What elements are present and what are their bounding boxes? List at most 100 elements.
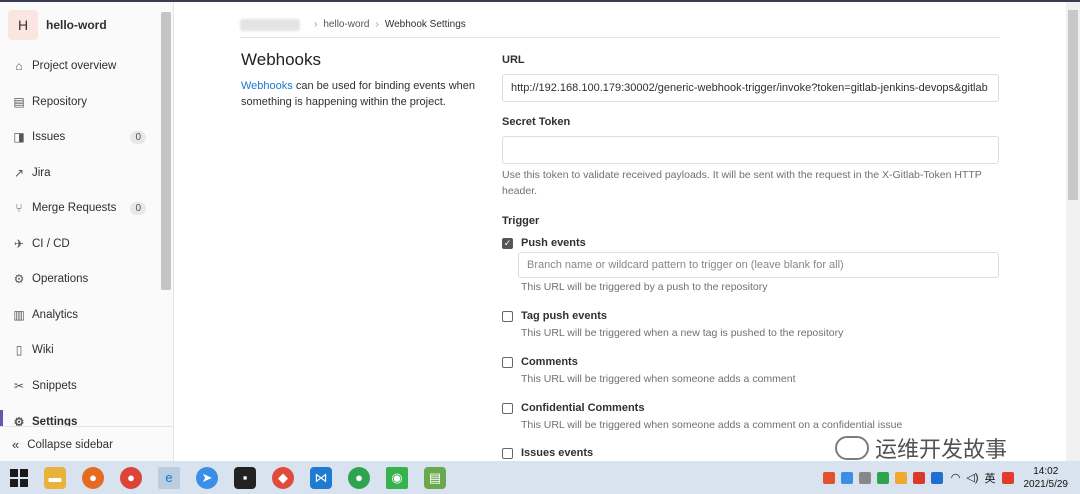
wechat-taskbar-icon[interactable]: ◉ xyxy=(386,466,408,489)
sidebar-item-merge-requests[interactable]: ⑂ Merge Requests 0 xyxy=(0,192,160,224)
tag-push-events-option[interactable]: Tag push events xyxy=(502,310,607,322)
taskbar: ▬ ● ● e ➤ ▪ ◆ ⋈ ● ◉ ▤ ◠ ◁) 英 14:02 2021/… xyxy=(0,461,1080,494)
chrome-icon[interactable]: ● xyxy=(120,466,142,489)
breadcrumb-current[interactable]: Webhook Settings xyxy=(385,19,466,30)
feishu-icon[interactable]: ➤ xyxy=(196,466,218,489)
tray-app-icon[interactable] xyxy=(840,471,853,484)
external-link-icon: ↗ xyxy=(13,166,25,180)
swift-icon[interactable]: ◆ xyxy=(272,466,294,489)
issues-events-label[interactable]: Issues events xyxy=(521,447,593,459)
chart-icon: ▥ xyxy=(13,308,25,322)
issues-events-checkbox[interactable] xyxy=(502,447,513,459)
edge-icon[interactable]: e xyxy=(158,466,180,489)
watermark-text: 运维开发故事 xyxy=(875,437,1008,462)
sidebar-item-operations[interactable]: ⚙ Operations xyxy=(0,263,160,295)
tray-app-icon[interactable] xyxy=(912,471,925,484)
firefox-icon[interactable]: ● xyxy=(82,466,104,489)
issues-events-option[interactable]: Issues events xyxy=(502,447,593,459)
trigger-label: Trigger xyxy=(502,215,540,227)
tray-app-icon[interactable] xyxy=(1001,471,1014,484)
webhooks-help-link[interactable]: Webhooks xyxy=(241,80,293,92)
tray-app-icon[interactable] xyxy=(930,471,943,484)
app-green-icon[interactable]: ● xyxy=(348,466,370,489)
collapse-sidebar-button[interactable]: « Collapse sidebar xyxy=(0,426,173,461)
secret-token-help: Use this token to validate received payl… xyxy=(502,169,982,197)
clock-date: 2021/5/29 xyxy=(1023,478,1069,490)
sidebar-item-wiki[interactable]: ▯ Wiki xyxy=(0,334,160,366)
input-language[interactable]: 英 xyxy=(985,470,996,486)
chevron-right-icon: › xyxy=(375,19,379,30)
secret-token-label: Secret Token xyxy=(502,116,571,128)
issues-count-badge: 0 xyxy=(130,130,146,144)
rocket-icon: ✈ xyxy=(13,237,25,251)
confidential-comments-help: This URL will be triggered when someone … xyxy=(521,419,903,431)
volume-icon[interactable]: ◁) xyxy=(966,471,978,484)
sidebar-item-label: Snippets xyxy=(32,380,77,392)
windows-start-icon[interactable] xyxy=(10,468,28,487)
comments-checkbox[interactable] xyxy=(502,356,513,368)
double-chevron-left-icon: « xyxy=(12,437,20,452)
sidebar-item-label: Project overview xyxy=(32,60,117,72)
page-title: Webhooks xyxy=(241,50,322,69)
sidebar-item-label: Analytics xyxy=(32,309,79,321)
merge-request-icon: ⑂ xyxy=(15,201,23,215)
tag-push-events-checkbox[interactable] xyxy=(502,310,513,322)
system-tray: ◠ ◁) 英 14:02 2021/5/29 xyxy=(817,461,1068,494)
sidebar-item-label: Issues xyxy=(32,131,66,143)
sidebar-scrollbar[interactable] xyxy=(161,12,171,290)
push-events-option[interactable]: ✓ Push events xyxy=(502,237,586,249)
comments-option[interactable]: Comments xyxy=(502,356,578,368)
sidebar-item-label: Jira xyxy=(32,167,51,179)
scissors-icon: ✂ xyxy=(13,379,25,393)
push-events-help: This URL will be triggered by a push to … xyxy=(521,281,768,293)
file-explorer-icon[interactable]: ▬ xyxy=(44,466,66,489)
sidebar-item-label: Repository xyxy=(32,96,87,108)
sidebar-item-repository[interactable]: ▤ Repository xyxy=(0,86,160,118)
vscode-icon[interactable]: ⋈ xyxy=(310,466,332,489)
url-label: URL xyxy=(502,54,525,66)
branch-filter-input[interactable]: Branch name or wildcard pattern to trigg… xyxy=(518,252,999,278)
sidebar-item-snippets[interactable]: ✂ Snippets xyxy=(0,370,160,402)
tray-app-icon[interactable] xyxy=(822,471,835,484)
sidebar-item-label: CI / CD xyxy=(32,238,70,250)
sidebar-item-label: Wiki xyxy=(32,344,54,356)
wifi-icon[interactable]: ◠ xyxy=(951,471,961,484)
confidential-comments-label[interactable]: Confidential Comments xyxy=(521,402,644,414)
push-events-checkbox[interactable]: ✓ xyxy=(502,237,513,249)
sidebar-item-jira[interactable]: ↗ Jira xyxy=(0,157,160,189)
url-input[interactable]: http://192.168.100.179:30002/generic-web… xyxy=(502,74,999,102)
comments-label[interactable]: Comments xyxy=(521,356,578,368)
secret-token-input[interactable] xyxy=(502,136,999,164)
breadcrumb-project[interactable]: hello-word xyxy=(323,19,369,30)
sidebar-item-project-overview[interactable]: ⌂ Project overview xyxy=(0,50,160,82)
project-name[interactable]: hello-word xyxy=(46,18,107,32)
project-avatar[interactable]: H xyxy=(8,10,38,40)
tray-app-icon[interactable] xyxy=(876,471,889,484)
webhooks-intro: Webhooks Webhooks can be used for bindin… xyxy=(241,50,481,110)
push-events-label[interactable]: Push events xyxy=(521,237,586,249)
sidebar-item-issues[interactable]: ◨ Issues 0 xyxy=(0,121,160,153)
confidential-comments-option[interactable]: Confidential Comments xyxy=(502,402,644,414)
watermark: 运维开发故事 xyxy=(835,432,1007,464)
clock[interactable]: 14:02 2021/5/29 xyxy=(1024,465,1069,491)
sidebar-item-label: Merge Requests xyxy=(32,202,117,214)
sidebar-item-analytics[interactable]: ▥ Analytics xyxy=(0,299,160,331)
home-icon: ⌂ xyxy=(15,59,23,73)
sidebar-item-ci-cd[interactable]: ✈ CI / CD xyxy=(0,228,160,260)
tag-push-events-help: This URL will be triggered when a new ta… xyxy=(521,327,844,339)
collapse-sidebar-label: Collapse sidebar xyxy=(27,438,113,451)
confidential-comments-checkbox[interactable] xyxy=(502,402,513,414)
sidebar-item-label: Operations xyxy=(32,273,89,285)
notepad-icon[interactable]: ▤ xyxy=(424,466,446,489)
cloud-gear-icon: ⚙ xyxy=(13,272,25,286)
page-scrollbar-thumb[interactable] xyxy=(1068,10,1078,200)
project-header[interactable]: H hello-word xyxy=(8,8,107,42)
tray-app-icon[interactable] xyxy=(858,471,871,484)
issues-icon: ◨ xyxy=(13,130,25,144)
repository-icon: ▤ xyxy=(13,95,25,109)
sticky-notes-icon[interactable]: ▪ xyxy=(234,466,256,489)
tag-push-events-label[interactable]: Tag push events xyxy=(521,310,607,322)
book-icon: ▯ xyxy=(15,343,23,357)
tray-app-icon[interactable] xyxy=(894,471,907,484)
breadcrumb-group-blurred[interactable] xyxy=(240,18,300,31)
